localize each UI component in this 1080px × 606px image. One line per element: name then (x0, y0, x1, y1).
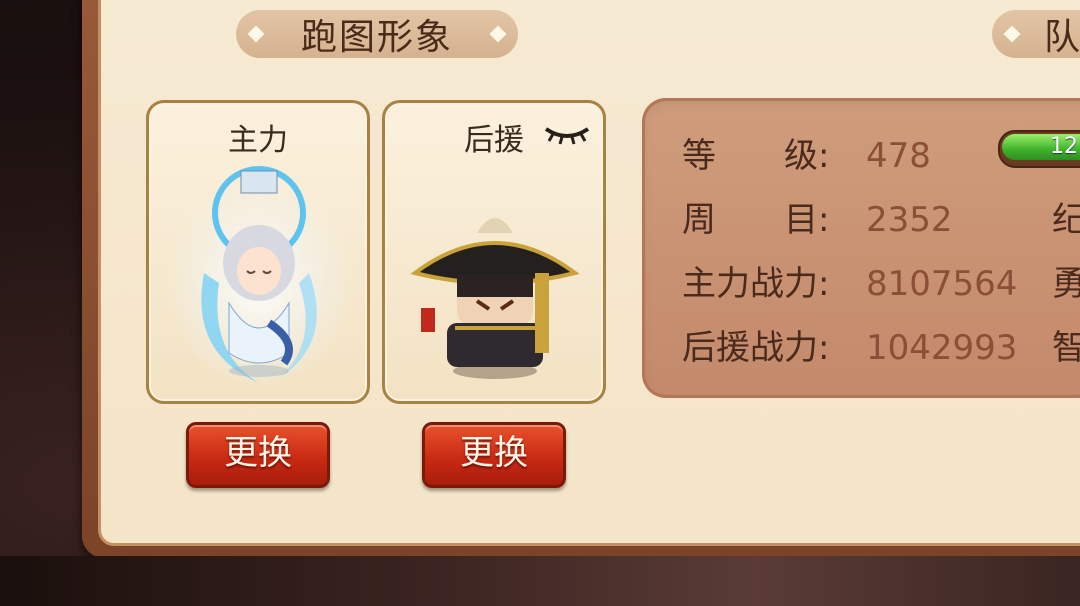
section-title: 队 (1044, 17, 1080, 58)
stat-level: 等 级: 478 (682, 128, 931, 177)
stat-cycle: 周 目: 2352 (682, 192, 953, 241)
swap-main-button[interactable]: 更换 (186, 422, 330, 488)
background-strip (0, 556, 1080, 606)
support-character-portrait (410, 218, 580, 379)
swap-support-button[interactable]: 更换 (422, 422, 566, 488)
stat-value: 1042993 (866, 328, 1018, 368)
stat-support-power: 后援战力: 1042993 (682, 320, 1017, 369)
diamond-icon (247, 25, 265, 43)
level-progress-text: 12 (1050, 134, 1078, 159)
stat-label: 后援战力: (682, 328, 830, 368)
stat-label-partial: 纪 (1052, 200, 1080, 240)
main-character-portrait (164, 163, 354, 383)
main-character-card[interactable]: 主力 (146, 100, 370, 404)
diamond-icon (489, 25, 507, 43)
section-tag-running-avatar: 跑图形象 (236, 10, 518, 58)
diamond-icon (1003, 25, 1021, 43)
stat-value: 478 (866, 136, 931, 176)
stat-label: 等 级: (682, 136, 830, 176)
stat-label: 周 目: (682, 200, 830, 240)
stat-value: 2352 (866, 200, 953, 240)
stat-label-partial: 智 (1052, 328, 1080, 368)
level-progress-bar: 12 (998, 130, 1080, 168)
support-character-card[interactable]: 后援 (382, 100, 606, 404)
stat-label: 主力战力: (682, 264, 830, 304)
section-title: 跑图形象 (300, 17, 453, 58)
stat-label-partial: 勇 (1052, 264, 1080, 304)
stat-main-power: 主力战力: 8107564 (682, 256, 1017, 305)
section-tag-team: 队 (992, 10, 1080, 58)
stat-value: 8107564 (866, 264, 1018, 304)
